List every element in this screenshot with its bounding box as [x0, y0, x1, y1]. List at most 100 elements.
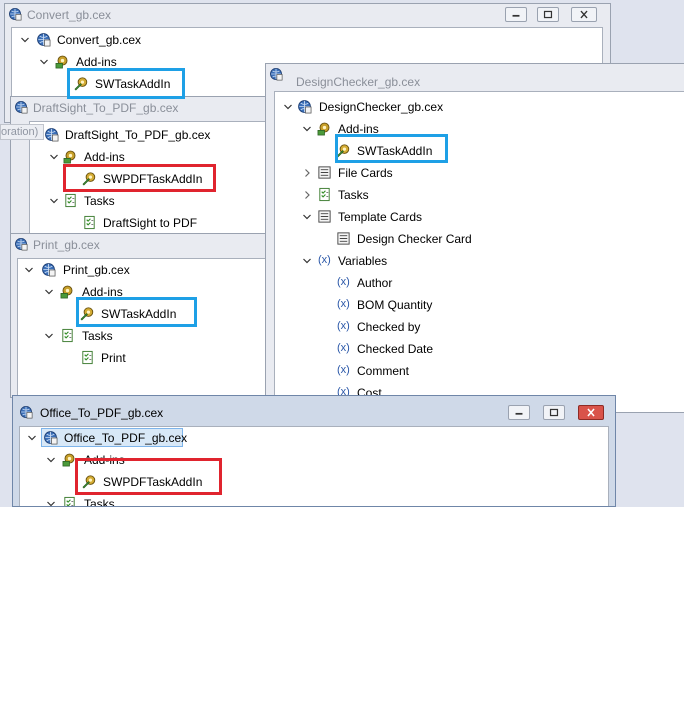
- chevron-down-icon[interactable]: [283, 102, 293, 112]
- chevron-down-icon[interactable]: [46, 499, 56, 507]
- designchecker-title-bar[interactable]: DesignChecker_gb.cex: [266, 64, 684, 89]
- cex-file-icon: [43, 430, 58, 445]
- highlight-box-red: [63, 164, 216, 192]
- minimize-button[interactable]: [505, 7, 527, 22]
- tree-node-tasks[interactable]: Tasks: [275, 185, 675, 205]
- chevron-down-icon[interactable]: [49, 152, 59, 162]
- chevron-down-icon[interactable]: [39, 57, 49, 67]
- convert-title-bar[interactable]: Convert_gb.cex: [5, 4, 610, 26]
- tasks-checklist-icon: [317, 187, 332, 202]
- cex-file-icon: [44, 127, 59, 142]
- tree-node-label: Print_gb.cex: [63, 263, 130, 277]
- card-icon: [336, 231, 351, 246]
- tree-node-variable[interactable]: (x) Comment: [275, 361, 675, 381]
- tree-node-label: File Cards: [338, 166, 393, 180]
- tree-node-root[interactable]: Convert_gb.cex: [12, 30, 592, 50]
- tasks-checklist-icon: [63, 193, 78, 208]
- tree-node-variable[interactable]: (x) Checked by: [275, 317, 675, 337]
- cex-file-icon: [8, 7, 22, 21]
- tree-node-label: Template Cards: [338, 210, 423, 224]
- tree-node-tasks[interactable]: Tasks: [20, 494, 600, 507]
- card-icon: [317, 209, 332, 224]
- tree-node-root-selected[interactable]: Office_To_PDF_gb.cex: [20, 428, 600, 448]
- print-tree[interactable]: Print_gb.cex Add-ins SWTaskAddIn Tasks P…: [17, 258, 274, 397]
- maximize-button[interactable]: [543, 405, 565, 420]
- chevron-down-icon[interactable]: [49, 196, 59, 206]
- maximize-button[interactable]: [537, 7, 559, 22]
- highlight-box-blue: [76, 297, 197, 327]
- tree-node-variable[interactable]: (x) Author: [275, 273, 675, 293]
- task-checklist-icon: [82, 215, 97, 230]
- office-title-bar[interactable]: Office_To_PDF_gb.cex: [13, 396, 615, 426]
- tree-node-variable[interactable]: (x) BOM Quantity: [275, 295, 675, 315]
- tasks-checklist-icon: [60, 328, 75, 343]
- cex-file-icon: [19, 405, 33, 419]
- designchecker-title: DesignChecker_gb.cex: [296, 75, 421, 89]
- tree-node-label: Tasks: [82, 329, 113, 343]
- tree-node-card[interactable]: Design Checker Card: [275, 229, 675, 249]
- tree-node-label: BOM Quantity: [357, 298, 433, 312]
- chevron-right-icon[interactable]: [302, 168, 312, 178]
- tree-node-label: Comment: [357, 364, 410, 378]
- tree-node-label: Print: [101, 351, 126, 365]
- tree-node-variables[interactable]: (x) Variables: [275, 251, 675, 271]
- tree-node-label: Checked by: [357, 320, 421, 334]
- cex-file-icon: [14, 100, 28, 114]
- close-button[interactable]: [578, 405, 604, 420]
- tree-node-file-cards[interactable]: File Cards: [275, 163, 675, 183]
- variable-x-icon: (x): [337, 342, 350, 354]
- tree-node-label: DesignChecker_gb.cex: [319, 100, 444, 114]
- variable-x-icon: (x): [337, 298, 350, 310]
- chevron-down-icon[interactable]: [20, 35, 30, 45]
- variable-x-icon: (x): [337, 320, 350, 332]
- tree-node-label: Convert_gb.cex: [57, 33, 142, 47]
- tree-node-root[interactable]: DesignChecker_gb.cex: [275, 97, 675, 117]
- minimize-button[interactable]: [508, 405, 530, 420]
- highlight-box-red: [75, 458, 222, 495]
- tree-node-task[interactable]: Print: [18, 348, 268, 368]
- tree-node-root[interactable]: Print_gb.cex: [18, 260, 268, 280]
- tree-node-label: Checked Date: [357, 342, 434, 356]
- variable-x-icon: (x): [337, 276, 350, 288]
- tree-node-label: Add-ins: [76, 55, 117, 69]
- cex-file-icon: [269, 67, 283, 81]
- tree-node-label: DraftSight_To_PDF_gb.cex: [65, 128, 211, 142]
- chevron-down-icon[interactable]: [44, 287, 54, 297]
- cex-file-icon: [14, 237, 28, 251]
- tree-node-variable[interactable]: (x) Checked Date: [275, 339, 675, 359]
- card-icon: [317, 165, 332, 180]
- chevron-down-icon[interactable]: [302, 124, 312, 134]
- fragment-text: oration): [1, 126, 39, 138]
- tree-node-label: DraftSight to PDF: [103, 216, 198, 230]
- designchecker-window[interactable]: DesignChecker_gb.cex DesignChecker_gb.ce…: [265, 63, 684, 413]
- chevron-down-icon[interactable]: [27, 433, 37, 443]
- tasks-checklist-icon: [62, 496, 77, 507]
- tree-node-root[interactable]: DraftSight_To_PDF_gb.cex: [30, 125, 270, 145]
- draftsight-title-bar[interactable]: DraftSight_To_PDF_gb.cex: [11, 97, 274, 119]
- highlight-box-blue: [335, 134, 448, 163]
- chevron-down-icon[interactable]: [302, 212, 312, 222]
- chevron-down-icon[interactable]: [302, 256, 312, 266]
- tree-node-task[interactable]: DraftSight to PDF: [30, 213, 270, 233]
- draftsight-title: DraftSight_To_PDF_gb.cex: [33, 101, 179, 115]
- tree-node-label: Tasks: [84, 497, 115, 507]
- tree-node-label: Design Checker Card: [357, 232, 472, 246]
- chevron-down-icon[interactable]: [44, 331, 54, 341]
- variable-x-icon: (x): [337, 364, 350, 376]
- cex-file-icon: [297, 99, 312, 114]
- tree-node-label: Add-ins: [84, 150, 125, 164]
- close-button[interactable]: [571, 7, 597, 22]
- addins-gear-icon: [55, 54, 70, 69]
- task-checklist-icon: [80, 350, 95, 365]
- tree-node-tasks[interactable]: Tasks: [18, 326, 268, 346]
- print-title-bar[interactable]: Print_gb.cex: [11, 234, 274, 256]
- tree-node-template-cards[interactable]: Template Cards: [275, 207, 675, 227]
- variable-x-icon: (x): [318, 254, 331, 266]
- tree-node-label: Author: [357, 276, 393, 290]
- cex-file-icon: [41, 262, 56, 277]
- chevron-down-icon[interactable]: [24, 265, 34, 275]
- chevron-down-icon[interactable]: [46, 455, 56, 465]
- tree-node-tasks[interactable]: Tasks: [30, 191, 270, 211]
- chevron-right-icon[interactable]: [302, 190, 312, 200]
- convert-title: Convert_gb.cex: [27, 8, 112, 22]
